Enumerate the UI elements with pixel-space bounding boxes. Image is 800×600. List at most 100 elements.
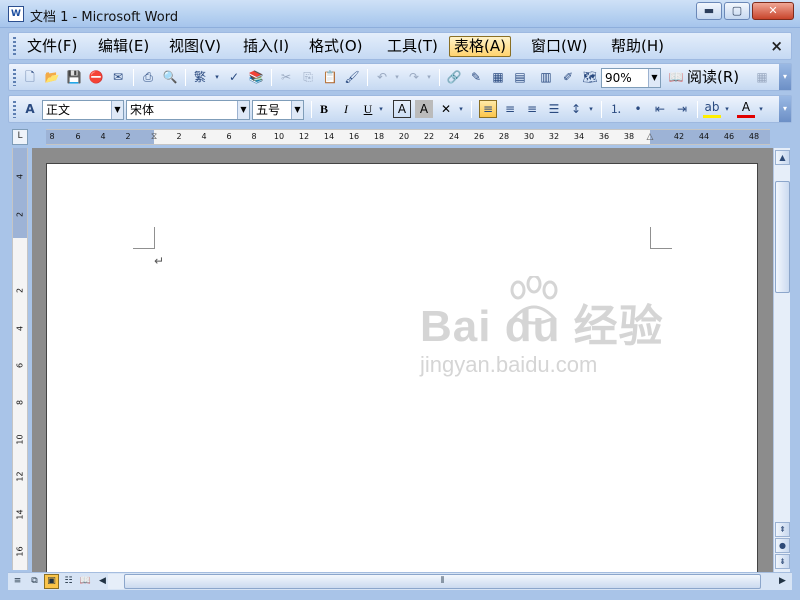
right-indent-marker-icon[interactable]: △: [646, 130, 654, 144]
previous-page-icon[interactable]: ⇞: [775, 522, 790, 537]
toolbar-overflow-chevron-icon[interactable]: ▾: [779, 96, 791, 122]
increase-indent-icon[interactable]: ⇥: [673, 100, 691, 118]
toolbar-overflow-chevron-icon[interactable]: ▾: [779, 64, 791, 90]
normal-view-icon[interactable]: ≡: [10, 574, 25, 589]
line-spacing-icon[interactable]: ↕: [567, 100, 585, 118]
email-icon[interactable]: ✉: [109, 68, 127, 86]
vertical-scrollbar[interactable]: ▲ ⇞ ● ⇟: [773, 148, 790, 572]
menu-help[interactable]: 帮助(H): [607, 36, 668, 57]
open-folder-icon[interactable]: 📂: [43, 68, 61, 86]
close-button[interactable]: ✕: [752, 2, 794, 20]
columns-icon[interactable]: ▥: [537, 68, 555, 86]
justify-icon[interactable]: ☰: [545, 100, 563, 118]
bullets-icon[interactable]: •: [629, 100, 647, 118]
chevron-down-icon[interactable]: ▼: [648, 69, 660, 87]
chevron-down-icon[interactable]: ▾: [377, 100, 385, 118]
align-left-button[interactable]: ≡: [479, 100, 497, 118]
font-combo[interactable]: 宋体 ▼: [126, 100, 250, 120]
maximize-button[interactable]: ▢: [724, 2, 750, 20]
menu-tools[interactable]: 工具(T): [383, 36, 442, 57]
hyperlink-icon[interactable]: 🔗: [445, 68, 463, 86]
insert-table-icon[interactable]: ▦: [489, 68, 507, 86]
chevron-down-icon[interactable]: ▼: [237, 101, 249, 119]
indent-marker-icon[interactable]: ⧖: [150, 130, 158, 144]
menu-table[interactable]: 表格(A): [449, 36, 511, 57]
menu-file[interactable]: 文件(F): [23, 36, 81, 57]
char-shading-icon[interactable]: A: [415, 100, 433, 118]
styles-formatting-icon[interactable]: A: [21, 100, 39, 118]
scroll-up-icon[interactable]: ▲: [775, 150, 790, 165]
font-size-combo[interactable]: 五号 ▼: [252, 100, 304, 120]
style-combo[interactable]: 正文 ▼: [42, 100, 124, 120]
chevron-down-icon[interactable]: ▾: [723, 100, 731, 118]
research-icon[interactable]: 📚: [247, 68, 265, 86]
cut-icon[interactable]: ✂: [277, 68, 295, 86]
chevron-down-icon[interactable]: ▾: [587, 100, 595, 118]
chevron-down-icon[interactable]: ▾: [393, 68, 401, 86]
save-icon[interactable]: 💾: [65, 68, 83, 86]
paragraph-mark[interactable]: ↵: [154, 254, 164, 268]
minimize-button[interactable]: ▬: [696, 2, 722, 20]
numbering-icon[interactable]: ⒈: [607, 100, 625, 118]
print-icon[interactable]: ⎙: [139, 68, 157, 86]
print-preview-icon[interactable]: 🔍: [161, 68, 179, 86]
underline-button[interactable]: U: [359, 100, 377, 118]
format-painter-icon[interactable]: 🖌: [343, 68, 361, 86]
char-border-icon[interactable]: A: [393, 100, 411, 118]
vertical-ruler[interactable]: 4 2 2 4 6 8 10 12 14 16: [12, 148, 28, 570]
word-doc-icon[interactable]: W: [8, 6, 24, 22]
select-browse-object-icon[interactable]: ●: [775, 538, 790, 553]
menu-view[interactable]: 视图(V): [165, 36, 225, 57]
read-mode-icon[interactable]: 📖: [667, 68, 685, 86]
italic-button[interactable]: I: [337, 100, 355, 118]
new-document-icon[interactable]: 🗋: [21, 68, 39, 86]
menubar-grip-icon[interactable]: [13, 37, 16, 55]
document-page[interactable]: ↵: [46, 163, 758, 572]
paste-icon[interactable]: 📋: [321, 68, 339, 86]
redo-icon[interactable]: ↷: [405, 68, 423, 86]
horizontal-scrollbar[interactable]: ⦀: [108, 574, 761, 589]
toolbar-grip-icon[interactable]: [13, 69, 16, 86]
next-page-icon[interactable]: ⇟: [775, 554, 790, 569]
zoom-combo[interactable]: 90% ▼: [601, 68, 661, 88]
align-right-icon[interactable]: ≡: [523, 100, 541, 118]
document-close-button[interactable]: ×: [770, 37, 783, 55]
menu-window[interactable]: 窗口(W): [527, 36, 592, 57]
copy-icon[interactable]: ⎘: [299, 68, 317, 86]
horizontal-scroll-thumb[interactable]: ⦀: [124, 574, 761, 589]
vertical-scroll-thumb[interactable]: [775, 181, 790, 293]
chevron-down-icon[interactable]: ▾: [457, 100, 465, 118]
outline-view-icon[interactable]: ☷: [61, 574, 76, 589]
bold-button[interactable]: B: [315, 100, 333, 118]
spelling-check-icon[interactable]: ✓: [225, 68, 243, 86]
align-center-icon[interactable]: ≡: [501, 100, 519, 118]
drawing-icon[interactable]: ✐: [559, 68, 577, 86]
toolbar-grip-icon[interactable]: [13, 101, 16, 118]
chevron-down-icon[interactable]: ▼: [291, 101, 303, 119]
document-map-icon[interactable]: 🗺: [581, 68, 599, 86]
menu-insert[interactable]: 插入(I): [239, 36, 293, 57]
font-color-icon[interactable]: A: [737, 100, 755, 118]
print-layout-view-button[interactable]: ▣: [44, 574, 59, 589]
read-mode-button[interactable]: 阅读(R): [687, 68, 739, 86]
scroll-right-icon[interactable]: ▶: [775, 574, 790, 589]
char-scale-icon[interactable]: ✕: [437, 100, 455, 118]
permission-icon[interactable]: ⛔: [87, 68, 105, 86]
web-layout-view-icon[interactable]: ⧉: [27, 574, 42, 589]
undo-icon[interactable]: ↶: [373, 68, 391, 86]
highlight-icon[interactable]: ab: [703, 100, 721, 118]
chevron-down-icon[interactable]: ▼: [111, 101, 123, 119]
tables-borders-icon[interactable]: ✎: [467, 68, 485, 86]
horizontal-ruler[interactable]: 8 6 4 2 ⧖ 2 4 6 8 10 12 14 16 18 20 22 2…: [46, 129, 770, 145]
chevron-down-icon[interactable]: ▾: [213, 68, 221, 86]
insert-excel-icon[interactable]: ▤: [511, 68, 529, 86]
tab-selector-icon[interactable]: L: [12, 129, 28, 145]
menu-edit[interactable]: 编辑(E): [94, 36, 153, 57]
menu-format[interactable]: 格式(O): [305, 36, 367, 57]
traditional-chinese-icon[interactable]: 繁: [191, 68, 209, 86]
toolbar-options-icon[interactable]: ▦: [753, 68, 771, 86]
chevron-down-icon[interactable]: ▾: [757, 100, 765, 118]
reading-layout-view-icon[interactable]: 📖: [78, 574, 93, 589]
decrease-indent-icon[interactable]: ⇤: [651, 100, 669, 118]
chevron-down-icon[interactable]: ▾: [425, 68, 433, 86]
